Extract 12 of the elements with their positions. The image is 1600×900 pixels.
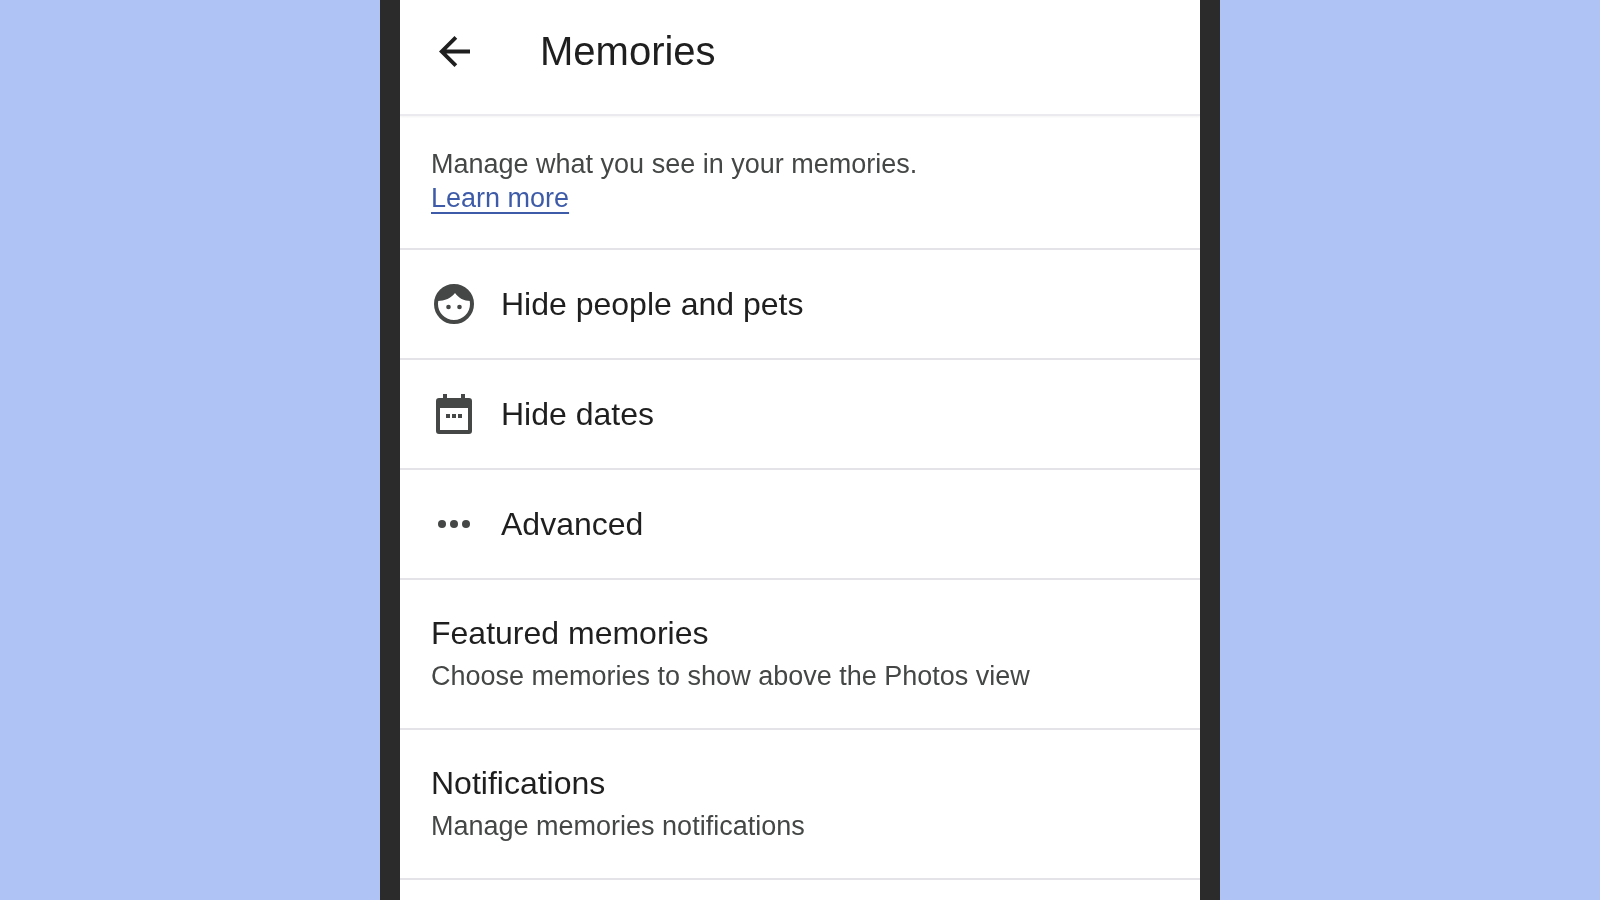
calendar-icon [436,394,472,434]
menu-item[interactable]: Hide people and pets [400,250,1200,360]
menu-item[interactable]: Hide dates [400,360,1200,470]
menu-item[interactable]: Advanced [400,470,1200,580]
face-icon [434,284,474,324]
settings-item[interactable]: Featured memories Choose memories to show above the Photos view [400,580,1200,730]
back-arrow-icon [439,35,470,67]
settings-item[interactable]: Notifications Manage memories notifications [400,730,1200,880]
screen-title: Memories [540,28,716,74]
ellipsis-icon [438,520,470,528]
learn-more-link[interactable]: Learn more [431,183,570,213]
description-text: Manage what you see in your memories. [431,148,919,181]
